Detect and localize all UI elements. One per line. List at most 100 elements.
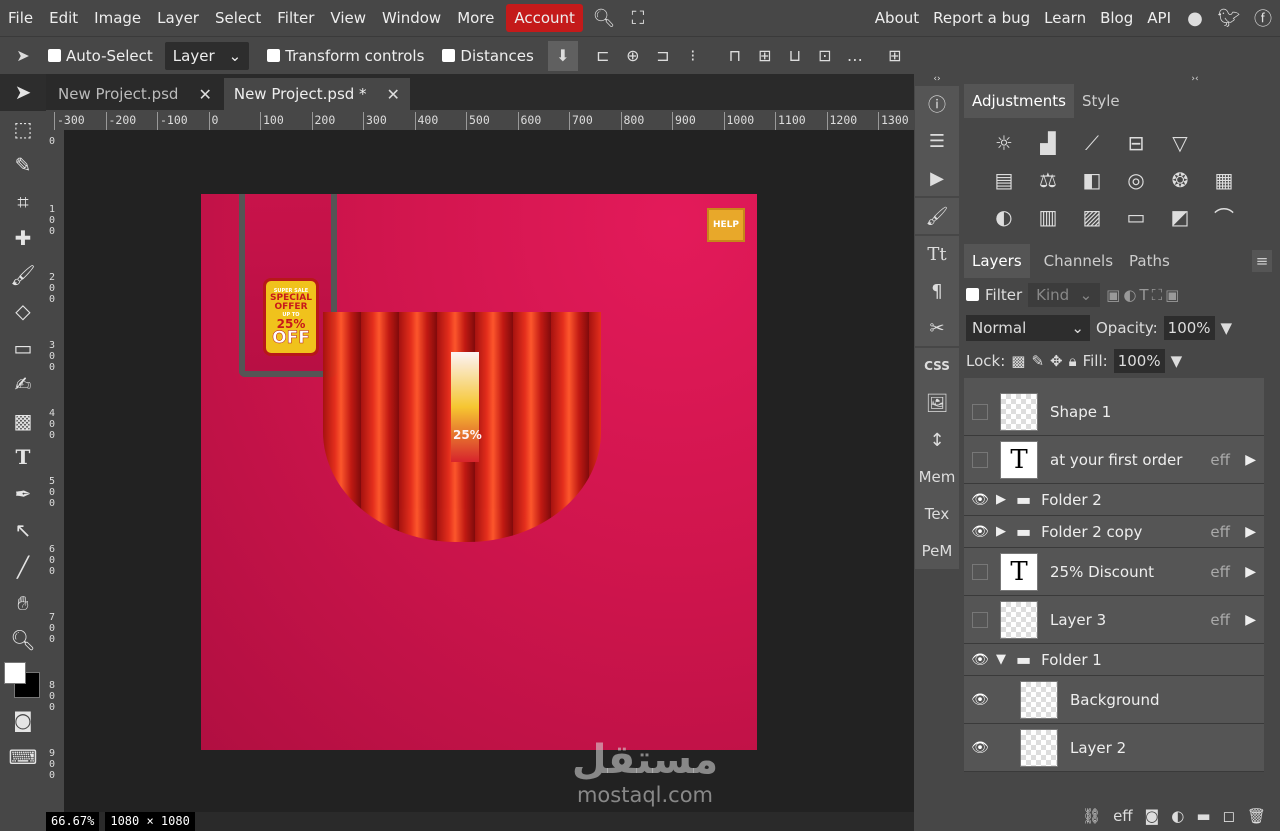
expand-effects-icon[interactable]: ▶ [1245,452,1256,468]
fullscreen-icon[interactable]: ⛶ [624,0,652,36]
marquee-tool-icon[interactable]: ⬚ [0,111,46,148]
color-lookup-icon[interactable]: ▦ [1215,168,1234,192]
css-icon[interactable]: CSS [915,348,959,384]
tab-style[interactable]: Style [1074,84,1128,118]
menu-image[interactable]: Image [86,0,149,36]
chevron-right-icon[interactable]: ▶ [996,524,1006,539]
zoom-tool-icon[interactable]: 🔍︎ [0,622,46,659]
align-top-icon[interactable]: ⊓ [720,41,750,71]
tab-layers[interactable]: Layers [964,244,1030,278]
layer-row[interactable]: T 25% Discount eff ▶ [964,548,1264,596]
distribute-vertical-icon[interactable]: ⁝ [678,41,708,71]
lock-transparency-icon[interactable]: ▩ [1011,352,1025,370]
kind-select[interactable]: Kind ⌄ [1028,282,1101,307]
layer-row[interactable]: 👁︎ ▼ ▬ Folder 1 [964,644,1264,676]
workspace[interactable]: SUPER SALE SPECIAL OFFER UP TO 25% OFF 2… [64,130,914,812]
layer-list[interactable]: Shape 1 Tat your first order eff ▶ 👁︎ ▶ ▬ Folde… [964,378,1264,793]
menu-file[interactable]: File [0,0,41,36]
eye-icon[interactable]: 👁︎ [964,492,996,508]
visibility-checkbox[interactable] [964,403,996,420]
crop-tool-icon[interactable]: ⌗ [0,184,46,221]
adjustment-layer-icon[interactable]: ◐ [1171,807,1184,825]
distribute-horizontal-icon[interactable]: ⊡ [810,41,840,71]
lasso-tool-icon[interactable]: ✎ [0,147,46,184]
vibrance-icon[interactable]: ▽ [1172,131,1187,155]
effects-icon[interactable]: eff [1113,807,1133,825]
text-panel-button[interactable]: Tex [915,496,959,532]
menu-api[interactable]: API [1140,0,1178,36]
resize-icon[interactable]: ↕ [915,422,959,458]
chevron-down-icon[interactable]: ▼ [996,652,1006,667]
layer-row[interactable]: Layer 3 eff ▶ [964,596,1264,644]
layer-row[interactable]: Tat your first order eff ▶ [964,436,1264,484]
properties-icon[interactable]: ☰ [915,123,959,159]
auto-select-checkbox[interactable]: Auto-Select [48,47,153,65]
search-icon[interactable]: 🔍︎ [590,0,618,36]
new-layer-icon[interactable]: ◻ [1223,807,1235,825]
eye-icon[interactable]: 👁︎ [964,692,996,708]
eye-icon[interactable]: 👁︎ [964,652,996,668]
layer-effects-label[interactable]: eff [1210,611,1230,629]
grid-icon[interactable]: ⊞ [880,41,910,71]
close-icon[interactable]: ✕ [387,85,400,104]
brightness-icon[interactable]: ☼ [995,131,1013,155]
eye-icon[interactable]: 👁︎ [964,740,996,756]
eraser-tool-icon[interactable]: ◇ [0,293,46,330]
fill-dropdown-icon[interactable]: ▼ [1171,352,1183,370]
actions-icon[interactable]: ▶ [915,160,959,196]
hue-saturation-icon[interactable]: ▤ [995,168,1014,192]
character-icon[interactable]: Tt [915,236,959,272]
link-icon[interactable]: ⛓ [1082,807,1101,825]
pem-panel-button[interactable]: PeM [915,533,959,569]
fill-input[interactable]: 100% [1113,348,1165,373]
menu-more[interactable]: More [449,0,502,36]
align-center-icon[interactable]: ⊕ [618,41,648,71]
facebook-icon[interactable]: ⓕ [1249,0,1277,36]
menu-about[interactable]: About [868,0,926,36]
layer-row[interactable]: 👁︎ Background [964,676,1264,724]
menu-window[interactable]: Window [374,0,449,36]
opacity-input[interactable]: 100% [1163,315,1215,340]
expand-effects-icon[interactable]: ▶ [1245,524,1256,540]
menu-edit[interactable]: Edit [41,0,86,36]
selective-color-icon[interactable]: ◩ [1171,205,1190,229]
visibility-checkbox[interactable] [964,611,996,628]
invert-icon[interactable]: ◐ [995,205,1012,229]
info-icon[interactable]: ⓘ [915,86,959,122]
brush-settings-icon[interactable]: 🖌︎ [915,198,959,234]
channel-mixer-icon[interactable]: ❂ [1172,168,1189,192]
align-left-icon[interactable]: ⊏ [588,41,618,71]
zoom-level[interactable]: 66.67% [46,812,100,831]
chevron-right-icon[interactable]: ▶ [996,492,1006,507]
healing-tool-icon[interactable]: ✚ [0,220,46,257]
collapse-icon[interactable]: ‹› [914,74,960,84]
memory-panel-button[interactable]: Mem [915,459,959,495]
lock-all-icon[interactable]: 🔒︎ [1069,352,1077,370]
document-canvas[interactable]: SUPER SALE SPECIAL OFFER UP TO 25% OFF 2… [201,194,757,750]
filter-checkbox[interactable] [966,288,979,301]
tab-paths[interactable]: Paths [1121,244,1178,278]
gradient-tool-icon[interactable]: ▭ [0,330,46,367]
tab-new-project-modified[interactable]: New Project.psd * ✕ [223,78,410,110]
lock-paint-icon[interactable]: ✎ [1031,352,1044,370]
tab-adjustments[interactable]: Adjustments [964,84,1074,118]
tool-presets-icon[interactable]: ✂ [915,310,959,346]
photo-filter-icon[interactable]: ◎ [1127,168,1144,192]
threshold-icon[interactable]: ▨ [1083,205,1102,229]
account-button[interactable]: Account [506,4,583,32]
transform-controls-checkbox[interactable]: Transform controls [267,47,424,65]
posterize-icon[interactable]: ▥ [1039,205,1058,229]
close-icon[interactable]: ✕ [198,85,211,104]
color-swatch-icon[interactable] [0,658,46,702]
expand-effects-icon[interactable]: ▶ [1245,612,1256,628]
download-icon[interactable]: ⬇ [547,40,578,71]
twitter-icon[interactable]: 🐦︎ [1215,0,1243,36]
align-bottom-icon[interactable]: ⊔ [780,41,810,71]
menu-report-bug[interactable]: Report a bug [926,0,1037,36]
menu-learn[interactable]: Learn [1037,0,1093,36]
layer-row[interactable]: 👁︎ ▶ ▬ Folder 2 [964,484,1264,516]
gradient-map-icon[interactable]: ▭ [1127,205,1146,229]
new-folder-icon[interactable]: ▬ [1196,807,1210,825]
distances-checkbox[interactable]: Distances [442,47,534,65]
mask-icon[interactable]: ◙ [1145,807,1160,825]
